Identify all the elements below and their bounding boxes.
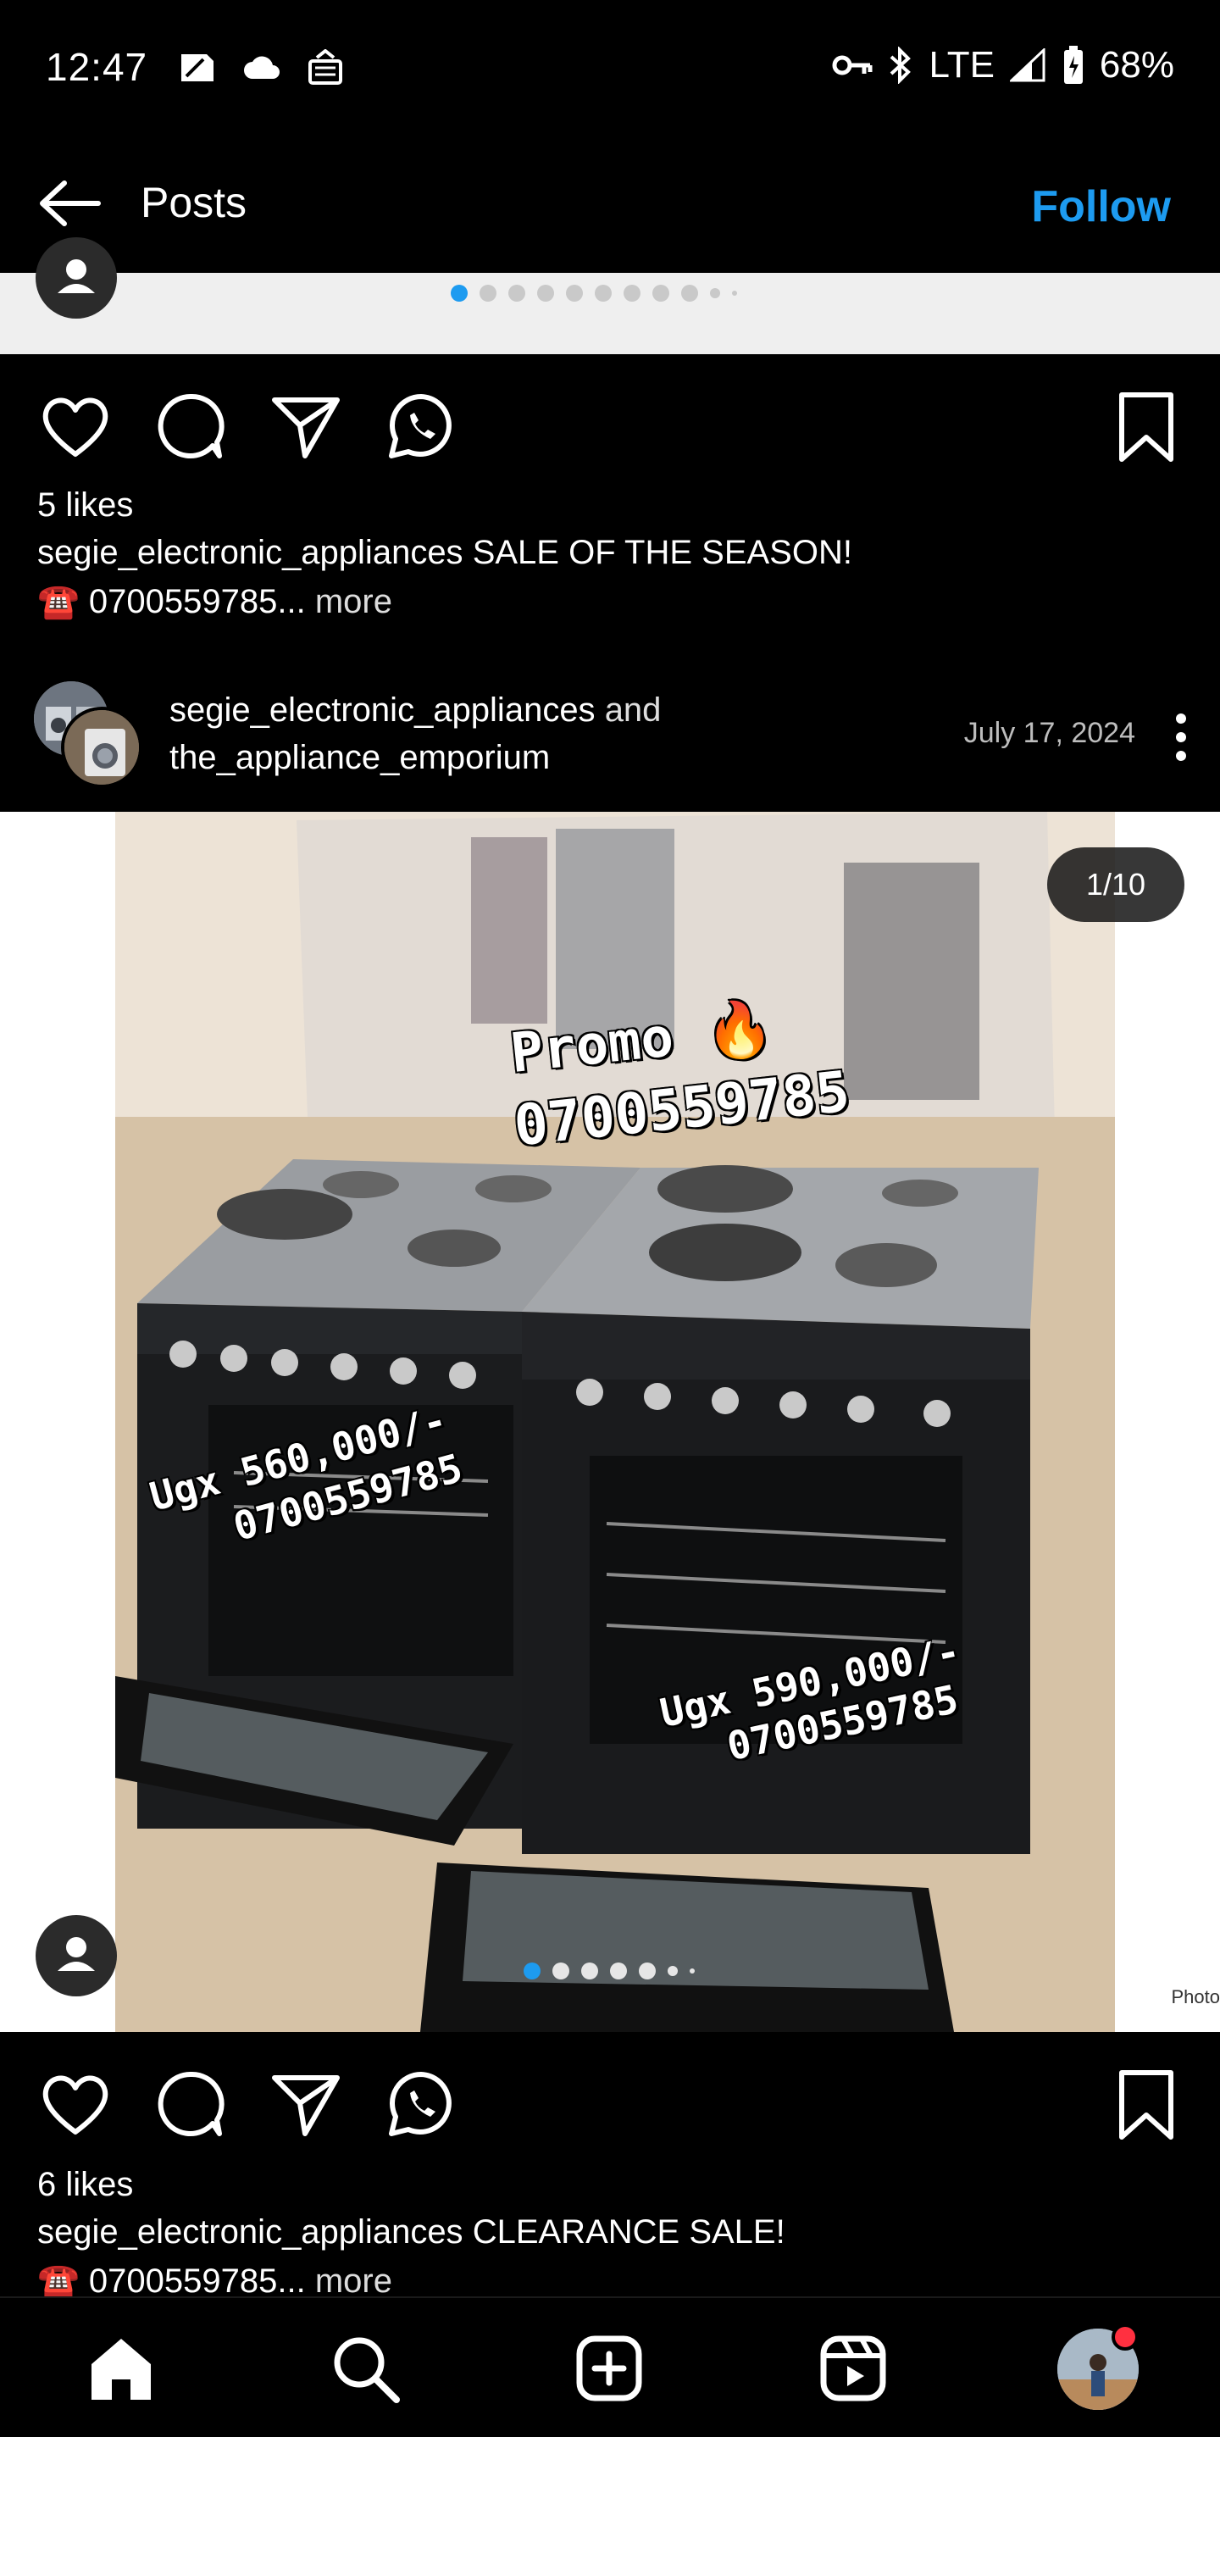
- post2-caption: segie_electronic_appliances CLEARANCE SA…: [37, 2213, 785, 2251]
- post1-caption-phone: ☎️ 0700559785...: [37, 583, 306, 620]
- carousel-dot: [566, 285, 583, 302]
- carousel-dot: [610, 1963, 627, 1979]
- reels-icon[interactable]: [815, 2330, 891, 2407]
- like-heart-icon[interactable]: [37, 388, 114, 464]
- post2-caption-line2: ☎️ 0700559785... more: [37, 2261, 392, 2301]
- carousel-dots: [524, 1963, 695, 1979]
- vpn-key-icon: [832, 55, 873, 75]
- post2-footer: 6 likes segie_electronic_appliances CLEA…: [0, 2032, 1220, 2300]
- post2-author1[interactable]: segie_electronic_appliances: [169, 691, 596, 729]
- sim-card-icon: [181, 54, 214, 81]
- cooker-photo: Promo 🔥 0700559785 Ugx 560,000/- 0700559…: [115, 812, 1115, 2032]
- back-arrow-icon[interactable]: [36, 178, 103, 229]
- save-bookmark-icon[interactable]: [1108, 2066, 1184, 2142]
- bottom-navigation: [0, 2296, 1220, 2437]
- carousel-dot: [451, 285, 468, 302]
- status-left-icons: [178, 49, 344, 86]
- notification-dot: [1112, 2323, 1139, 2351]
- and-label: and: [604, 691, 662, 729]
- post2-authors: segie_electronic_appliances and: [169, 691, 661, 730]
- search-icon[interactable]: [327, 2330, 403, 2407]
- post1-caption-line2: ☎️ 0700559785... more: [37, 581, 392, 621]
- carousel-dot: [508, 285, 525, 302]
- post2-actions: [0, 2066, 1220, 2159]
- tagged-user-icon[interactable]: [36, 237, 117, 319]
- cloud-icon: [244, 56, 280, 79]
- network-label: LTE: [929, 44, 995, 86]
- post2-caption-text: CLEARANCE SALE!: [472, 2213, 785, 2251]
- post1-footer: 5 likes segie_electronic_appliances SALE…: [0, 354, 1220, 669]
- carousel-dot: [681, 285, 698, 302]
- status-bar: 12:47 LTE 68%: [0, 0, 1220, 136]
- share-send-icon[interactable]: [268, 2066, 344, 2142]
- appliance-store-avatar-image: [64, 710, 139, 785]
- carousel-dot: [732, 291, 737, 296]
- post2-more-link[interactable]: more: [315, 2262, 392, 2300]
- carousel-counter: 1/10: [1047, 847, 1184, 922]
- comment-icon[interactable]: [152, 2066, 229, 2142]
- carousel-dot: [524, 1963, 541, 1979]
- previous-post-image: [0, 273, 1220, 354]
- post2-likes[interactable]: 6 likes: [37, 2166, 133, 2204]
- post1-username[interactable]: segie_electronic_appliances: [37, 534, 463, 571]
- battery-label: 68%: [1099, 44, 1174, 86]
- bluetooth-icon: [890, 47, 912, 84]
- post2-author-row: segie_electronic_appliances and the_appl…: [0, 669, 1220, 813]
- tagged-user-icon[interactable]: [36, 1915, 117, 1996]
- status-time: 12:47: [46, 45, 148, 89]
- carousel-dot: [537, 285, 554, 302]
- post-date: July 17, 2024: [963, 717, 1135, 749]
- post1-likes[interactable]: 5 likes: [37, 486, 133, 525]
- share-send-icon[interactable]: [268, 388, 344, 464]
- whatsapp-icon[interactable]: [383, 2066, 459, 2142]
- carousel-dot: [552, 1963, 569, 1979]
- carousel-dot: [624, 285, 640, 302]
- post1-caption-text: SALE OF THE SEASON!: [472, 534, 852, 571]
- post1-caption: segie_electronic_appliances SALE OF THE …: [37, 534, 852, 572]
- person-icon: [58, 1937, 95, 1971]
- carousel-dot: [710, 288, 720, 298]
- carousel-dot: [652, 285, 669, 302]
- carousel-dot: [639, 1963, 656, 1979]
- status-right: LTE 68%: [832, 44, 1174, 86]
- home-icon[interactable]: [83, 2330, 159, 2407]
- comment-icon[interactable]: [152, 388, 229, 464]
- save-bookmark-icon[interactable]: [1108, 388, 1184, 464]
- post1-actions: [0, 388, 1220, 481]
- battery-icon: [1063, 46, 1083, 84]
- create-icon[interactable]: [571, 2330, 647, 2407]
- signal-icon: [1009, 48, 1045, 82]
- whatsapp-icon[interactable]: [383, 388, 459, 464]
- carousel-dot: [595, 285, 612, 302]
- follow-button[interactable]: Follow: [1031, 181, 1171, 232]
- carousel-dot: [581, 1963, 598, 1979]
- post1-more-link[interactable]: more: [315, 583, 392, 620]
- person-icon: [58, 259, 95, 293]
- cast-icon: [308, 49, 342, 85]
- photo-credit: Photo: [1171, 1986, 1220, 2007]
- carousel-dot: [690, 1968, 695, 1974]
- post2-username[interactable]: segie_electronic_appliances: [37, 2213, 463, 2251]
- header: Posts Follow: [0, 136, 1220, 273]
- post2-author2[interactable]: the_appliance_emporium: [169, 739, 550, 777]
- author-avatar[interactable]: [61, 707, 142, 788]
- more-options-icon[interactable]: [1173, 712, 1190, 763]
- carousel-dot: [668, 1966, 678, 1976]
- post2-caption-phone: ☎️ 0700559785...: [37, 2262, 306, 2300]
- cookers-illustration: [115, 812, 1115, 2032]
- page-title: Posts: [141, 179, 247, 226]
- carousel-dot: [480, 285, 496, 302]
- post2-image[interactable]: Promo 🔥 0700559785 Ugx 560,000/- 0700559…: [0, 812, 1220, 2032]
- carousel-dots: [451, 285, 737, 302]
- like-heart-icon[interactable]: [37, 2066, 114, 2142]
